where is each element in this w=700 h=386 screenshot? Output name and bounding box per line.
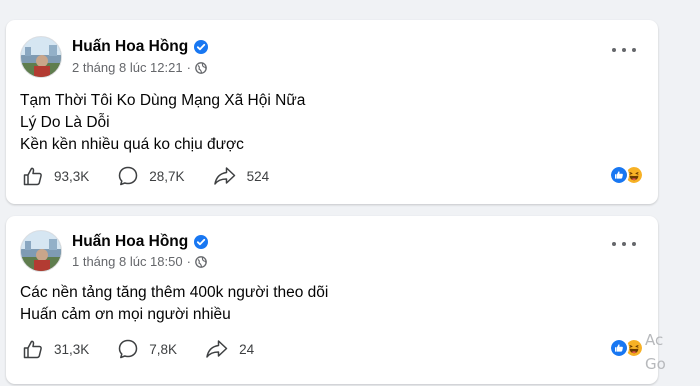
thumbs-up-icon [23, 340, 42, 359]
post-card: Huấn Hoa Hồng 2 tháng 8 lúc 12:21 · Tạm … [6, 20, 658, 204]
like-reaction-icon [609, 338, 629, 358]
like-count: 31,3K [54, 341, 90, 357]
watermark-line: Go [645, 355, 666, 373]
post-line: Huấn cảm ơn mọi người nhiều [20, 306, 231, 323]
post-line: Tạm Thời Tôi Ko Dùng Mạng Xã Hội Nữa [20, 92, 306, 109]
post-line: Kền kền nhiều quá ko chịu được [20, 136, 244, 153]
meta-separator: · [186, 254, 191, 269]
thumbs-up-icon [23, 167, 42, 186]
like-button[interactable]: 93,3K [22, 165, 89, 187]
meta-separator: · [186, 60, 191, 75]
author-name[interactable]: Huấn Hoa Hồng [72, 233, 188, 251]
share-button[interactable]: 24 [205, 338, 254, 360]
comment-icon [119, 166, 138, 186]
activation-watermark: Ac Go [645, 328, 666, 376]
post-timestamp[interactable]: 2 tháng 8 lúc 12:21 [72, 60, 183, 75]
reaction-summary[interactable] [609, 165, 644, 185]
post-line: Các nền tảng tăng thêm 400k người theo d… [20, 284, 329, 301]
comment-button[interactable]: 7,8K [117, 338, 177, 360]
comment-count: 28,7K [149, 168, 185, 184]
comment-icon [119, 339, 138, 359]
action-bar: 93,3K 28,7K 524 [22, 165, 297, 187]
share-count: 524 [246, 168, 270, 184]
comment-button[interactable]: 28,7K [117, 165, 185, 187]
post-card: Huấn Hoa Hồng 1 tháng 8 lúc 18:50 · Các … [6, 216, 658, 384]
share-count: 24 [239, 341, 255, 357]
globe-icon [195, 255, 207, 268]
verified-badge-icon [194, 235, 209, 249]
post-text: Các nền tảng tăng thêm 400k người theo d… [20, 282, 328, 326]
author-name[interactable]: Huấn Hoa Hồng [72, 38, 188, 56]
action-bar: 31,3K 7,8K 24 [22, 338, 282, 360]
share-icon [206, 340, 228, 358]
like-reaction-icon [609, 165, 629, 185]
like-count: 93,3K [54, 168, 90, 184]
share-icon [213, 167, 235, 185]
avatar[interactable] [20, 230, 62, 272]
comment-count: 7,8K [149, 341, 178, 357]
globe-icon [195, 61, 207, 74]
more-options-icon[interactable] [612, 238, 636, 250]
watermark-line: Ac [645, 331, 664, 349]
post-text: Tạm Thời Tôi Ko Dùng Mạng Xã Hội Nữa Lý … [20, 90, 305, 156]
share-button[interactable]: 524 [213, 165, 270, 187]
post-timestamp[interactable]: 1 tháng 8 lúc 18:50 [72, 254, 183, 269]
more-options-icon[interactable] [612, 44, 636, 56]
avatar[interactable] [20, 36, 62, 78]
post-line: Lý Do Là Dỗi [20, 114, 110, 131]
like-button[interactable]: 31,3K [22, 338, 89, 360]
verified-badge-icon [194, 40, 209, 54]
reaction-summary[interactable] [609, 338, 644, 358]
